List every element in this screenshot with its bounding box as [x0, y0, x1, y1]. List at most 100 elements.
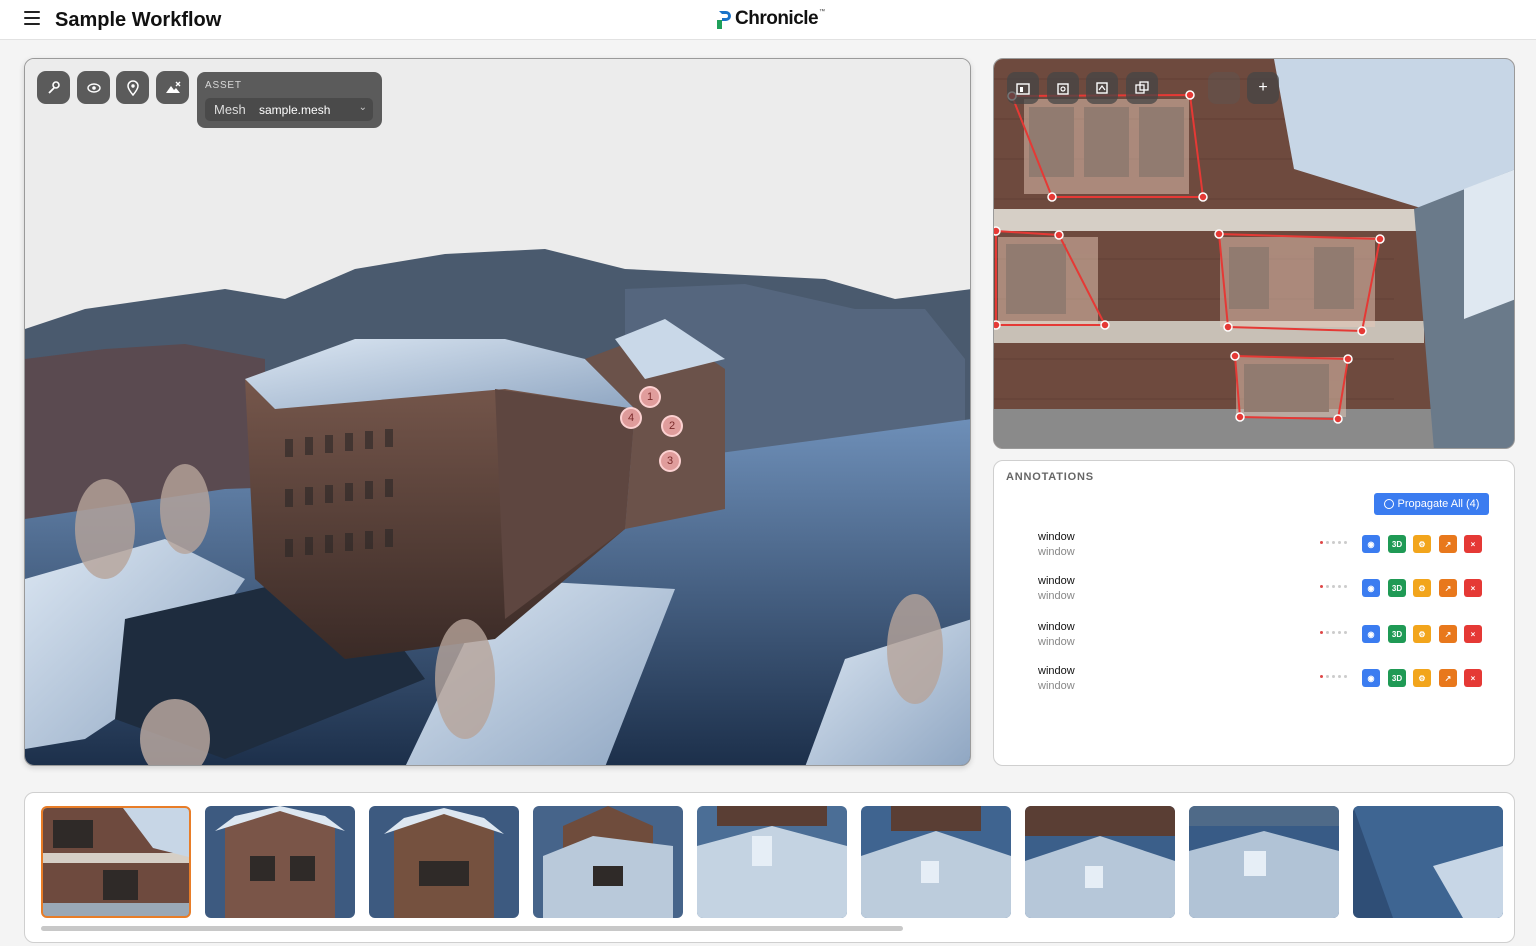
external-link-icon: ↗: [1444, 539, 1452, 549]
propagate-icon: [1383, 499, 1394, 509]
asset-label: ASSET: [205, 80, 242, 91]
focus-button[interactable]: ◉: [1362, 669, 1380, 687]
external-link-icon: ↗: [1444, 673, 1452, 683]
filmstrip-scrollbar[interactable]: [41, 926, 1501, 931]
rotate-image-button[interactable]: [1047, 72, 1079, 104]
add-button[interactable]: +: [1247, 72, 1279, 104]
gear-icon: ⚙: [1418, 673, 1426, 683]
3d-button[interactable]: 3D: [1388, 669, 1406, 687]
settings-button[interactable]: ⚙: [1413, 579, 1431, 597]
propagate-all-button[interactable]: Propagate All (4): [1374, 493, 1489, 515]
annotation-name: window: [1038, 621, 1075, 633]
gear-icon: ⚙: [1418, 583, 1426, 593]
top-bar: Sample Workflow Chronicle ™: [0, 0, 1536, 40]
menu-icon[interactable]: [24, 11, 40, 27]
crop-image-button[interactable]: [1086, 72, 1118, 104]
settings-button[interactable]: ⚙: [1413, 669, 1431, 687]
hidden-tool-button[interactable]: [1208, 72, 1240, 104]
compare-images-button[interactable]: [1126, 72, 1158, 104]
select-region-icon: [1016, 83, 1030, 95]
annotation-type: window: [1038, 546, 1075, 558]
measure-pin-button[interactable]: [37, 71, 70, 104]
annotation-marker-4[interactable]: 4: [620, 407, 642, 429]
annotation-name: window: [1038, 531, 1075, 543]
compare-images-icon: [1135, 81, 1149, 94]
3d-button[interactable]: 3D: [1388, 579, 1406, 597]
annotation-marker-1[interactable]: 1: [639, 386, 661, 408]
rotate-image-icon: [1057, 83, 1069, 95]
focus-icon: ◉: [1367, 673, 1375, 683]
visibility-button[interactable]: [77, 71, 110, 104]
annotation-marker-3[interactable]: 3: [659, 450, 681, 472]
thumbnail[interactable]: [861, 806, 1011, 918]
3d-viewer[interactable]: ASSET Mesh sample.mesh ⌄ 1 2 3 4: [24, 58, 971, 766]
visibility-icon: [86, 82, 101, 93]
thumbnail[interactable]: [41, 806, 191, 918]
focus-icon: ◉: [1367, 583, 1375, 593]
thumbnail[interactable]: [205, 806, 355, 918]
annotations-title: ANNOTATIONS: [1006, 471, 1094, 483]
scrollbar-thumb[interactable]: [41, 926, 903, 931]
progress-dots: [1320, 631, 1347, 634]
thumbnail[interactable]: [369, 806, 519, 918]
photo-view[interactable]: +: [993, 58, 1515, 449]
annotation-name: window: [1038, 575, 1075, 587]
progress-dots: [1320, 541, 1347, 544]
annotation-type: window: [1038, 590, 1075, 602]
thumbnail[interactable]: [1189, 806, 1339, 918]
thumbnail[interactable]: [1025, 806, 1175, 918]
thumbnail[interactable]: [1353, 806, 1503, 918]
settings-button[interactable]: ⚙: [1413, 535, 1431, 553]
thumbnail[interactable]: [697, 806, 847, 918]
focus-button[interactable]: ◉: [1362, 579, 1380, 597]
delete-button[interactable]: ×: [1464, 669, 1482, 687]
terrain-button[interactable]: [156, 71, 189, 104]
asset-selector-panel: ASSET Mesh sample.mesh ⌄: [197, 72, 382, 128]
logo-text: Chronicle: [735, 8, 819, 29]
location-pin-button[interactable]: [116, 71, 149, 104]
location-pin-icon: [126, 79, 139, 96]
annotation-type: window: [1038, 636, 1075, 648]
page-title: Sample Workflow: [55, 9, 222, 31]
annotation-row[interactable]: window window ◉ 3D ⚙ ↗ ×: [1038, 575, 1488, 607]
delete-button[interactable]: ×: [1464, 579, 1482, 597]
thumbnail[interactable]: [533, 806, 683, 918]
settings-button[interactable]: ⚙: [1413, 625, 1431, 643]
3d-button[interactable]: 3D: [1388, 625, 1406, 643]
open-external-button[interactable]: ↗: [1439, 669, 1457, 687]
open-external-button[interactable]: ↗: [1439, 625, 1457, 643]
annotation-marker-2[interactable]: 2: [661, 415, 683, 437]
asset-select[interactable]: Mesh sample.mesh ⌄: [205, 98, 373, 121]
delete-button[interactable]: ×: [1464, 535, 1482, 553]
select-region-button[interactable]: [1007, 72, 1039, 104]
open-external-button[interactable]: ↗: [1439, 579, 1457, 597]
open-external-button[interactable]: ↗: [1439, 535, 1457, 553]
progress-dots: [1320, 675, 1347, 678]
delete-button[interactable]: ×: [1464, 625, 1482, 643]
external-link-icon: ↗: [1444, 583, 1452, 593]
propagate-label: Propagate All (4): [1397, 498, 1480, 510]
mesh-render[interactable]: [25, 59, 971, 766]
crop-image-icon: [1096, 82, 1108, 94]
annotations-panel: ANNOTATIONS Propagate All (4) window win…: [993, 460, 1515, 766]
focus-icon: ◉: [1367, 629, 1375, 639]
asset-type: Mesh: [214, 102, 246, 117]
focus-button[interactable]: ◉: [1362, 535, 1380, 553]
logo-trademark: ™: [819, 9, 826, 15]
add-icon: +: [1258, 79, 1268, 96]
focus-button[interactable]: ◉: [1362, 625, 1380, 643]
measure-pin-icon: [47, 80, 60, 94]
gear-icon: ⚙: [1418, 629, 1426, 639]
external-link-icon: ↗: [1444, 629, 1452, 639]
logo-mark-icon: [716, 10, 732, 30]
photo-image[interactable]: [994, 59, 1515, 449]
3d-button[interactable]: 3D: [1388, 535, 1406, 553]
gear-icon: ⚙: [1418, 539, 1426, 549]
annotation-row[interactable]: window window ◉ 3D ⚙ ↗ ×: [1038, 531, 1488, 563]
annotation-row[interactable]: window window ◉ 3D ⚙ ↗ ×: [1038, 665, 1488, 697]
annotation-row[interactable]: window window ◉ 3D ⚙ ↗ ×: [1038, 621, 1488, 653]
progress-dots: [1320, 585, 1347, 588]
image-filmstrip: [24, 792, 1515, 943]
terrain-icon: [165, 81, 180, 93]
annotation-name: window: [1038, 665, 1075, 677]
